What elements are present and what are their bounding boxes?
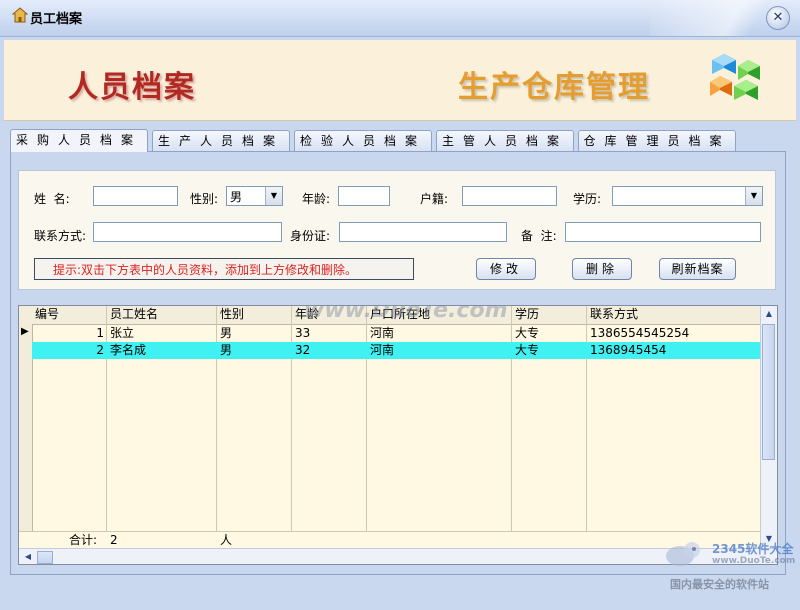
cell-age: 32: [295, 343, 311, 357]
modify-button[interactable]: 修改: [476, 258, 536, 280]
tab-warehouse-staff[interactable]: 仓库管理员档案: [578, 130, 736, 151]
corner-url-text: www.DuoTe.com: [712, 556, 796, 566]
table-footer: 合计: 2 人: [19, 531, 761, 549]
mascot-icon: [666, 542, 700, 566]
cell-contact: 1368945454: [590, 343, 667, 357]
window-title: 员工档案: [30, 12, 83, 27]
name-field[interactable]: [93, 186, 178, 206]
notes-field[interactable]: [565, 222, 761, 242]
education-label: 学历:: [573, 192, 602, 206]
cell-name: 李名成: [110, 343, 147, 357]
tab-supervisor-staff[interactable]: 主管人员档案: [436, 130, 574, 151]
contact-field[interactable]: [93, 222, 282, 242]
scroll-thumb[interactable]: [762, 324, 775, 460]
cell-id: 2: [96, 343, 104, 357]
table-row[interactable]: 1 张立 男 33 河南 大专 1386554545254: [19, 325, 761, 342]
refresh-button[interactable]: 刷新档案: [659, 258, 736, 280]
column-header-contact[interactable]: 联系方式: [587, 306, 761, 323]
footer-total-label: 合计:: [68, 533, 97, 547]
gender-value: 男: [230, 190, 243, 204]
employee-table[interactable]: 编号 员工姓名 性别 年龄 户口所在地 学历 联系方式 ▶ 1 张立 男 33 …: [18, 305, 778, 565]
cell-education: 大专: [515, 326, 540, 340]
vertical-scrollbar[interactable]: ▲ ▼: [760, 306, 777, 548]
tab-inspection-staff[interactable]: 检验人员档案: [294, 130, 432, 151]
footer-total-unit: 人: [220, 533, 233, 547]
cell-gender: 男: [220, 326, 233, 340]
delete-button[interactable]: 删除: [572, 258, 632, 280]
chevron-down-icon[interactable]: ▼: [745, 187, 762, 205]
corner-watermark: 2345软件大全 www.DuoTe.com 国内最安全的软件站: [662, 528, 798, 594]
corner-slogan-text: 国内最安全的软件站: [670, 578, 769, 591]
close-icon: ✕: [772, 10, 784, 25]
table-row[interactable]: 2 李名成 男 32 河南 大专 1368945454: [32, 342, 761, 359]
age-field[interactable]: [338, 186, 390, 206]
banner-left-title: 人员档案: [68, 70, 196, 105]
chevron-down-icon[interactable]: ▼: [265, 187, 282, 205]
cell-hukou: 河南: [370, 343, 395, 357]
close-button[interactable]: ✕: [766, 6, 790, 30]
footer-total-count: 2: [110, 533, 118, 547]
age-label: 年龄:: [302, 192, 331, 206]
scroll-left-icon[interactable]: ◀: [21, 550, 35, 564]
id-card-field[interactable]: [339, 222, 507, 242]
banner-right-title: 生产仓库管理: [458, 70, 650, 105]
gender-select[interactable]: 男 ▼: [226, 186, 283, 206]
tab-production-staff[interactable]: 生产人员档案: [152, 130, 290, 151]
gender-label: 性别:: [190, 192, 219, 206]
scroll-thumb[interactable]: [37, 551, 53, 564]
cell-id: 1: [96, 326, 104, 340]
contact-label: 联系方式:: [34, 229, 87, 243]
row-header-strip: [19, 324, 33, 564]
cell-hukou: 河南: [370, 326, 395, 340]
name-label: 姓 名:: [34, 192, 70, 206]
hukou-label: 户籍:: [420, 192, 449, 206]
scroll-up-icon[interactable]: ▲: [762, 307, 776, 321]
cell-name: 张立: [110, 326, 135, 340]
banner: 人员档案 生产仓库管理: [4, 40, 796, 121]
education-select[interactable]: ▼: [612, 186, 763, 206]
cell-education: 大专: [515, 343, 540, 357]
house-icon: [11, 7, 29, 26]
cell-age: 33: [295, 326, 311, 340]
cell-contact: 1386554545254: [590, 326, 690, 340]
cell-gender: 男: [220, 343, 233, 357]
tab-purchasing-staff[interactable]: 采购人员档案: [10, 129, 148, 152]
id-card-label: 身份证:: [290, 229, 331, 243]
tip-message: 提示:双击下方表中的人员资料，添加到上方修改和删除。: [34, 258, 414, 280]
title-bar: 员工档案 ✕: [0, 0, 800, 37]
cubes-logo-icon: [710, 52, 766, 111]
hukou-field[interactable]: [462, 186, 557, 206]
notes-label: 备 注:: [521, 229, 557, 243]
corner-brand-text: 2345软件大全: [712, 542, 794, 556]
center-watermark: www.DuoTe.com: [304, 305, 508, 323]
